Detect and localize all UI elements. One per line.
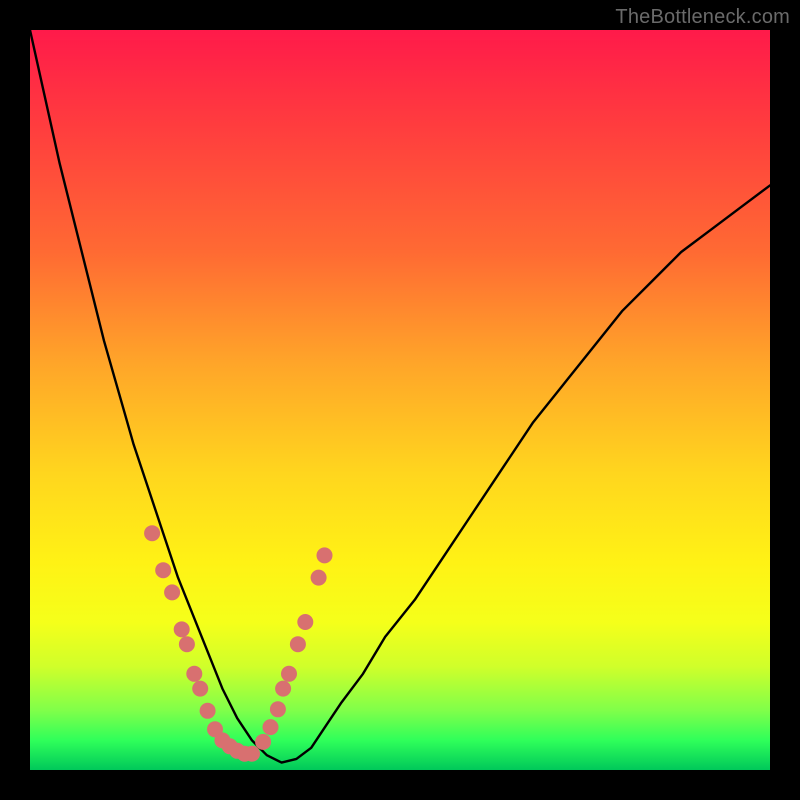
scatter-point — [155, 562, 171, 578]
scatter-point — [186, 666, 202, 682]
scatter-point — [281, 666, 297, 682]
scatter-point — [317, 547, 333, 563]
scatter-point — [144, 525, 160, 541]
scatter-point — [297, 614, 313, 630]
watermark-text: TheBottleneck.com — [615, 6, 790, 29]
scatter-point — [200, 703, 216, 719]
chart-frame: TheBottleneck.com — [0, 0, 800, 800]
scatter-point — [275, 681, 291, 697]
scatter-point — [311, 570, 327, 586]
scatter-point — [270, 701, 286, 717]
scatter-point — [179, 636, 195, 652]
scatter-point — [174, 621, 190, 637]
plot-area — [30, 30, 770, 770]
scatter-point — [164, 584, 180, 600]
curve-bottleneck-curve — [30, 30, 770, 763]
scatter-point — [263, 719, 279, 735]
scatter-point — [244, 746, 260, 762]
scatter-point — [290, 636, 306, 652]
scatter-point — [255, 734, 271, 750]
scatter-point — [192, 681, 208, 697]
chart-canvas — [30, 30, 770, 770]
